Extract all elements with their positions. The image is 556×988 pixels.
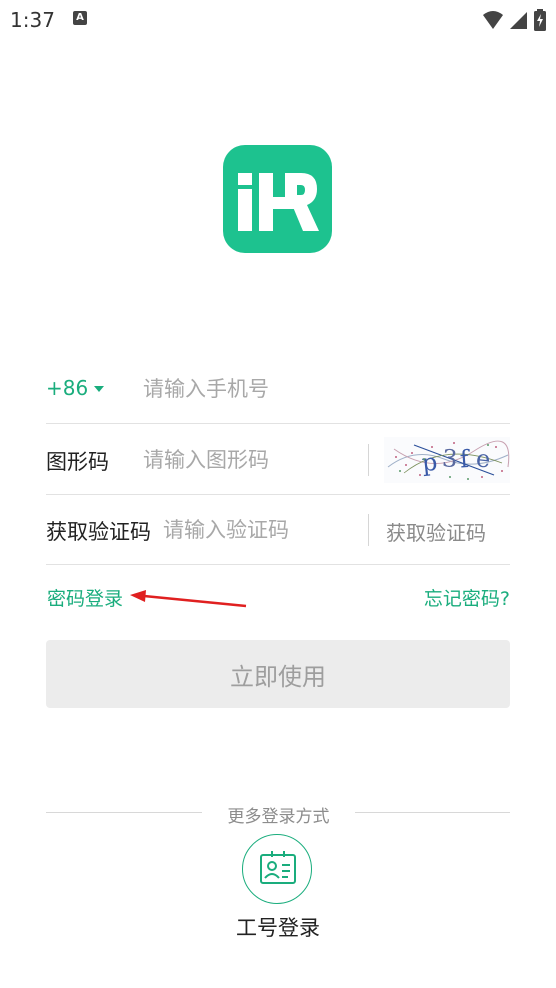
divider [368,514,369,546]
signal-icon [510,12,527,29]
captcha-input[interactable] [143,445,363,475]
status-icons [482,9,546,31]
divider [368,444,369,476]
chevron-down-icon [94,386,105,392]
battery-icon [534,9,546,31]
phone-input[interactable] [143,374,503,404]
sms-code-label: 获取验证码 [46,520,151,544]
employee-login-button[interactable] [242,834,312,904]
svg-text:e: e [475,444,492,473]
sms-code-row: 获取验证码 获取验证码 [46,495,510,565]
more-login-title: 更多登录方式 [227,807,330,827]
ihr-logo-icon [238,173,319,231]
submit-button[interactable]: 立即使用 [46,640,510,708]
annotation-arrow-icon [130,590,247,608]
phone-row: +86 [46,354,510,424]
svg-text:p: p [420,448,438,477]
notification-icon: A [73,11,87,25]
employee-id-card-icon [260,851,296,884]
status-bar: 1:37 A [0,0,556,40]
divider-right [355,812,510,813]
captcha-label: 图形码 [46,450,109,474]
captcha-row: 图形码 p 3 f e [46,425,510,495]
sms-code-input[interactable] [163,515,363,545]
country-code-label: +86 [46,376,89,400]
password-login-link[interactable]: 密码登录 [47,584,123,611]
wifi-icon [483,11,503,29]
country-code-selector[interactable]: +86 [46,376,105,400]
divider-left [46,812,202,813]
status-time: 1:37 [10,8,55,32]
get-code-button[interactable]: 获取验证码 [386,517,486,546]
forgot-password-link[interactable]: 忘记密码? [424,584,510,611]
app-logo [223,145,332,253]
captcha-image[interactable]: p 3 f e [384,437,510,483]
login-page: 1:37 A +86 请输入手机号 图形码 请输入图形码 p 3 f e 获取验… [0,0,556,988]
employee-login-label[interactable]: 工号登录 [200,912,356,942]
svg-text:3: 3 [441,444,458,473]
